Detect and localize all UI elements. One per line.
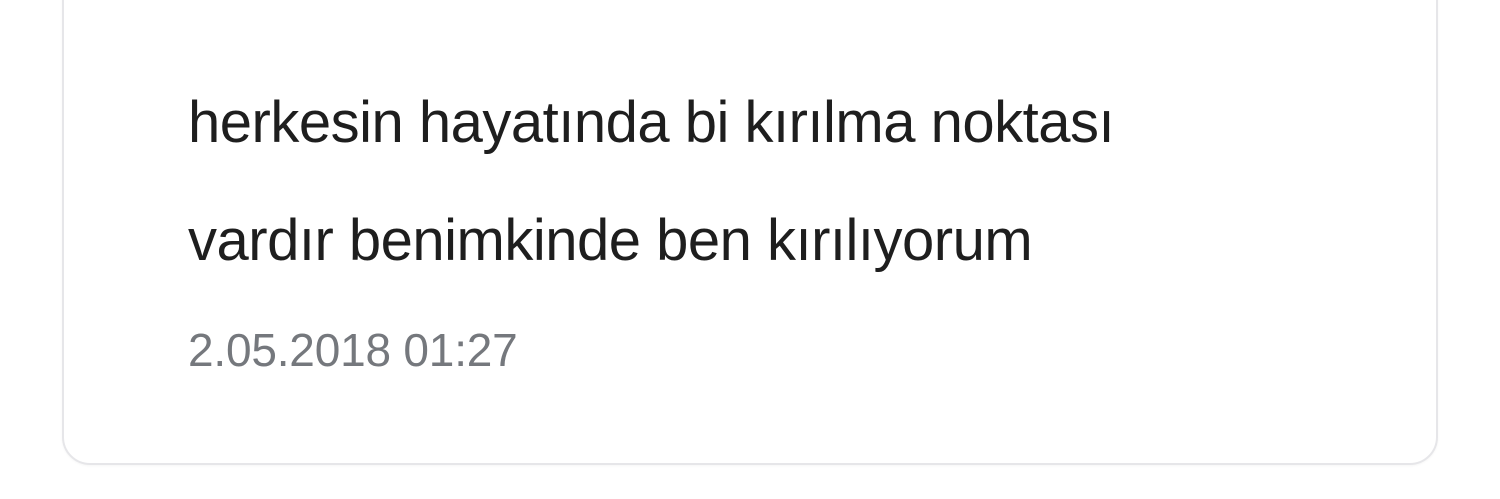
page: herkesin hayatında bi kırılma noktası va…: [0, 0, 1500, 499]
tweet-text: herkesin hayatında bi kırılma noktası va…: [188, 90, 1115, 273]
tweet-timestamp[interactable]: 2.05.2018 01:27: [188, 320, 518, 380]
tweet-card: herkesin hayatında bi kırılma noktası va…: [62, 0, 1438, 465]
